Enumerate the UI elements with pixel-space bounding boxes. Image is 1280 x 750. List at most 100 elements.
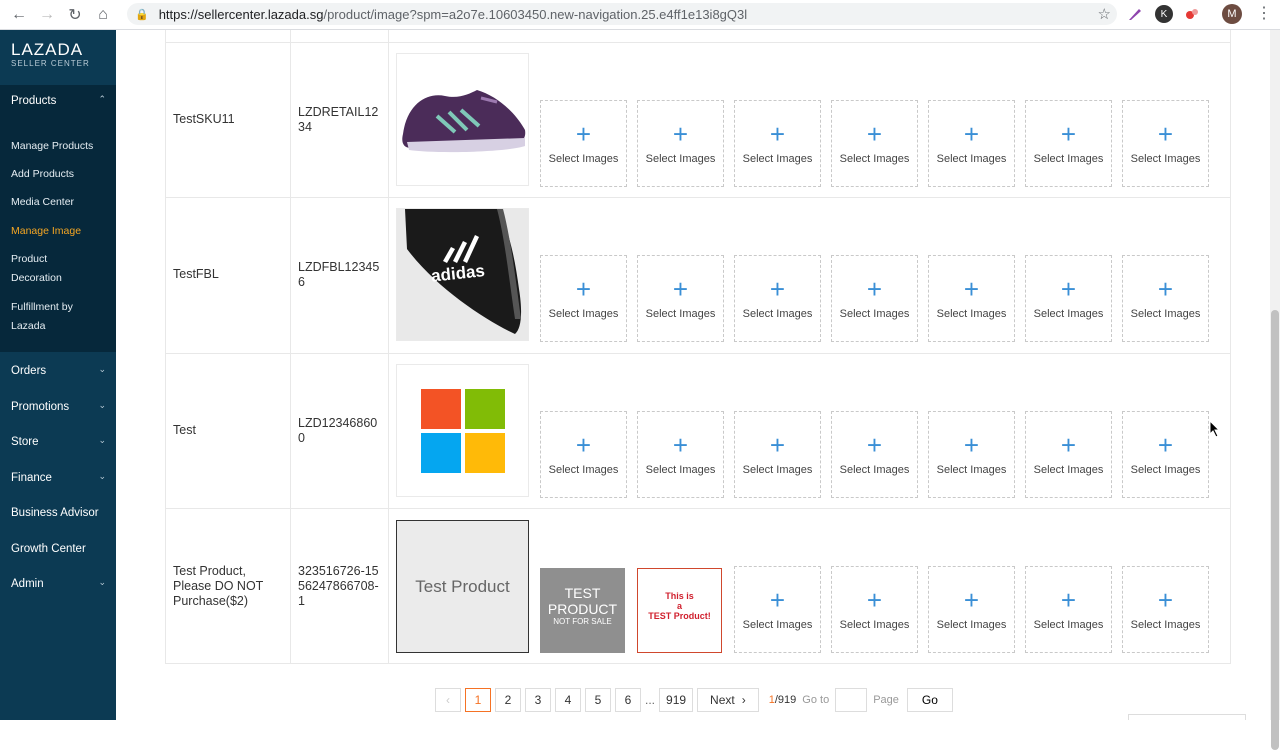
select-images-slot[interactable]: + Select Images <box>928 411 1015 498</box>
select-images-slot[interactable]: + Select Images <box>637 100 724 187</box>
profile-avatar[interactable]: M <box>1222 4 1242 24</box>
select-images-slot[interactable]: + Select Images <box>928 100 1015 187</box>
prev-page-button[interactable]: ‹ <box>435 688 461 712</box>
go-button[interactable]: Go <box>906 688 953 712</box>
select-images-label: Select Images <box>839 463 910 476</box>
select-images-slot[interactable]: + Select Images <box>1122 566 1209 653</box>
page-button-5[interactable]: 5 <box>585 688 611 712</box>
select-images-slot[interactable]: + Select Images <box>1025 100 1112 187</box>
table-row: TestSKU11 LZDRETAIL1234 + Select Images +… <box>166 43 1230 198</box>
sidebar-item-label: Store <box>11 436 39 448</box>
select-images-slot[interactable]: + Select Images <box>831 411 918 498</box>
uploaded-image-thumb[interactable]: This is a TEST Product! <box>637 568 722 653</box>
select-images-slot[interactable]: + Select Images <box>734 411 821 498</box>
k-extension-icon[interactable]: K <box>1155 5 1173 23</box>
page-button-1[interactable]: 1 <box>465 688 491 712</box>
chevron-down-icon: ⌄ <box>98 435 106 445</box>
page-scrollbar[interactable] <box>1270 30 1280 750</box>
plus-icon: + <box>963 273 980 304</box>
browser-menu-icon[interactable]: ⋮ <box>1256 4 1272 24</box>
sidebar-item-promotions[interactable]: Promotions ⌄ <box>0 392 116 422</box>
chevron-down-icon: ⌄ <box>98 400 106 410</box>
sidebar-item-growth-center[interactable]: Growth Center <box>0 534 116 564</box>
select-images-label: Select Images <box>1033 307 1104 320</box>
sidebar-item-business-advisor[interactable]: Business Advisor <box>0 498 116 528</box>
sidebar-item-store[interactable]: Store ⌄ <box>0 427 116 457</box>
sidebar-item-admin[interactable]: Admin ⌄ <box>0 569 116 599</box>
sidebar-sub-manage-products[interactable]: Manage Products <box>11 137 111 156</box>
sidebar-sub-add-products[interactable]: Add Products <box>11 165 111 184</box>
main-image-sneaker[interactable] <box>396 53 529 186</box>
goto-label: Go to <box>802 694 830 706</box>
record-extension-icon[interactable] <box>1183 5 1201 23</box>
reload-icon[interactable]: ↻ <box>64 4 86 26</box>
scrollbar-thumb[interactable] <box>1271 310 1279 750</box>
sidebar-item-finance[interactable]: Finance ⌄ <box>0 463 116 493</box>
page-button-2[interactable]: 2 <box>495 688 521 712</box>
test-product-text: Test Product <box>415 576 510 596</box>
select-images-label: Select Images <box>1033 463 1104 476</box>
select-images-label: Select Images <box>1033 152 1104 165</box>
main-image-test-product[interactable]: Test Product <box>396 520 529 653</box>
select-images-label: Select Images <box>839 307 910 320</box>
select-images-slot[interactable]: + Select Images <box>928 255 1015 342</box>
pagination-ellipsis: ... <box>645 693 656 707</box>
lazada-logo[interactable]: LAZADA SELLER CENTER <box>11 40 90 68</box>
table-row-partial <box>166 30 1230 43</box>
address-bar[interactable]: 🔒 https://sellercenter.lazada.sg/product… <box>127 3 1117 25</box>
select-images-slot[interactable]: + Select Images <box>831 100 918 187</box>
page-button-3[interactable]: 3 <box>525 688 551 712</box>
select-images-slot[interactable]: + Select Images <box>831 255 918 342</box>
plus-icon: + <box>963 429 980 460</box>
table-row: TestFBL LZDFBL123456 adidas + Select Imag… <box>166 198 1230 354</box>
home-icon[interactable]: ⌂ <box>92 4 114 26</box>
select-images-slot[interactable]: + Select Images <box>734 100 821 187</box>
goto-page-input[interactable] <box>835 688 868 712</box>
sidebar-sub-media-center[interactable]: Media Center <box>11 193 111 212</box>
sidebar-sub-manage-image[interactable]: Manage Image <box>11 222 111 241</box>
main-image-windows-logo[interactable] <box>396 364 529 497</box>
sidebar-sub-product-decoration[interactable]: Product Decoration <box>11 250 81 288</box>
plus-icon: + <box>1157 584 1174 615</box>
main-content: TestSKU11 LZDRETAIL1234 + Select Images +… <box>116 30 1270 720</box>
plus-icon: + <box>866 584 883 615</box>
main-image-adidas-slide[interactable]: adidas <box>396 208 529 341</box>
select-images-slot[interactable]: + Select Images <box>1122 255 1209 342</box>
forward-icon[interactable]: → <box>36 4 58 26</box>
select-images-slot[interactable]: + Select Images <box>1025 411 1112 498</box>
page-button-4[interactable]: 4 <box>555 688 581 712</box>
select-images-slot[interactable]: + Select Images <box>928 566 1015 653</box>
product-name: TestFBL <box>173 267 219 281</box>
lock-icon: 🔒 <box>135 8 149 21</box>
select-images-label: Select Images <box>936 618 1007 631</box>
sidebar-item-products[interactable]: Products ⌃ <box>0 86 116 116</box>
page-button-6[interactable]: 6 <box>615 688 641 712</box>
select-images-slot[interactable]: + Select Images <box>1025 255 1112 342</box>
select-images-slot[interactable]: + Select Images <box>637 255 724 342</box>
select-images-slot[interactable]: + Select Images <box>831 566 918 653</box>
pen-extension-icon[interactable] <box>1126 5 1144 23</box>
thumb-text: PRODUCT <box>547 601 618 617</box>
select-images-label: Select Images <box>1130 463 1201 476</box>
select-images-slot[interactable]: + Select Images <box>1122 100 1209 187</box>
page-button-last[interactable]: 919 <box>659 688 694 712</box>
select-images-slot[interactable]: + Select Images <box>734 255 821 342</box>
select-images-slot[interactable]: + Select Images <box>1025 566 1112 653</box>
pagination: ‹ 1 2 3 4 5 6 ... 919 Next › 1/919 Go to… <box>435 688 953 712</box>
select-images-label: Select Images <box>936 152 1007 165</box>
select-images-slot[interactable]: + Select Images <box>734 566 821 653</box>
bookmark-star-icon[interactable]: ☆ <box>1098 5 1111 23</box>
sidebar-item-orders[interactable]: Orders ⌄ <box>0 356 116 386</box>
plus-icon: + <box>1060 273 1077 304</box>
select-images-slot[interactable]: + Select Images <box>1122 411 1209 498</box>
select-images-slot[interactable]: + Select Images <box>540 255 627 342</box>
select-images-slot[interactable]: + Select Images <box>540 411 627 498</box>
select-images-slot[interactable]: + Select Images <box>637 411 724 498</box>
sidebar-sub-fulfillment[interactable]: Fulfillment by Lazada <box>11 298 91 336</box>
select-images-slot[interactable]: + Select Images <box>540 100 627 187</box>
back-icon[interactable]: ← <box>8 4 30 26</box>
page-label: Page <box>873 694 899 706</box>
next-page-button[interactable]: Next › <box>697 688 759 712</box>
chevron-down-icon: ⌄ <box>98 577 106 587</box>
uploaded-image-thumb[interactable]: TEST PRODUCT NOT FOR SALE <box>540 568 625 653</box>
